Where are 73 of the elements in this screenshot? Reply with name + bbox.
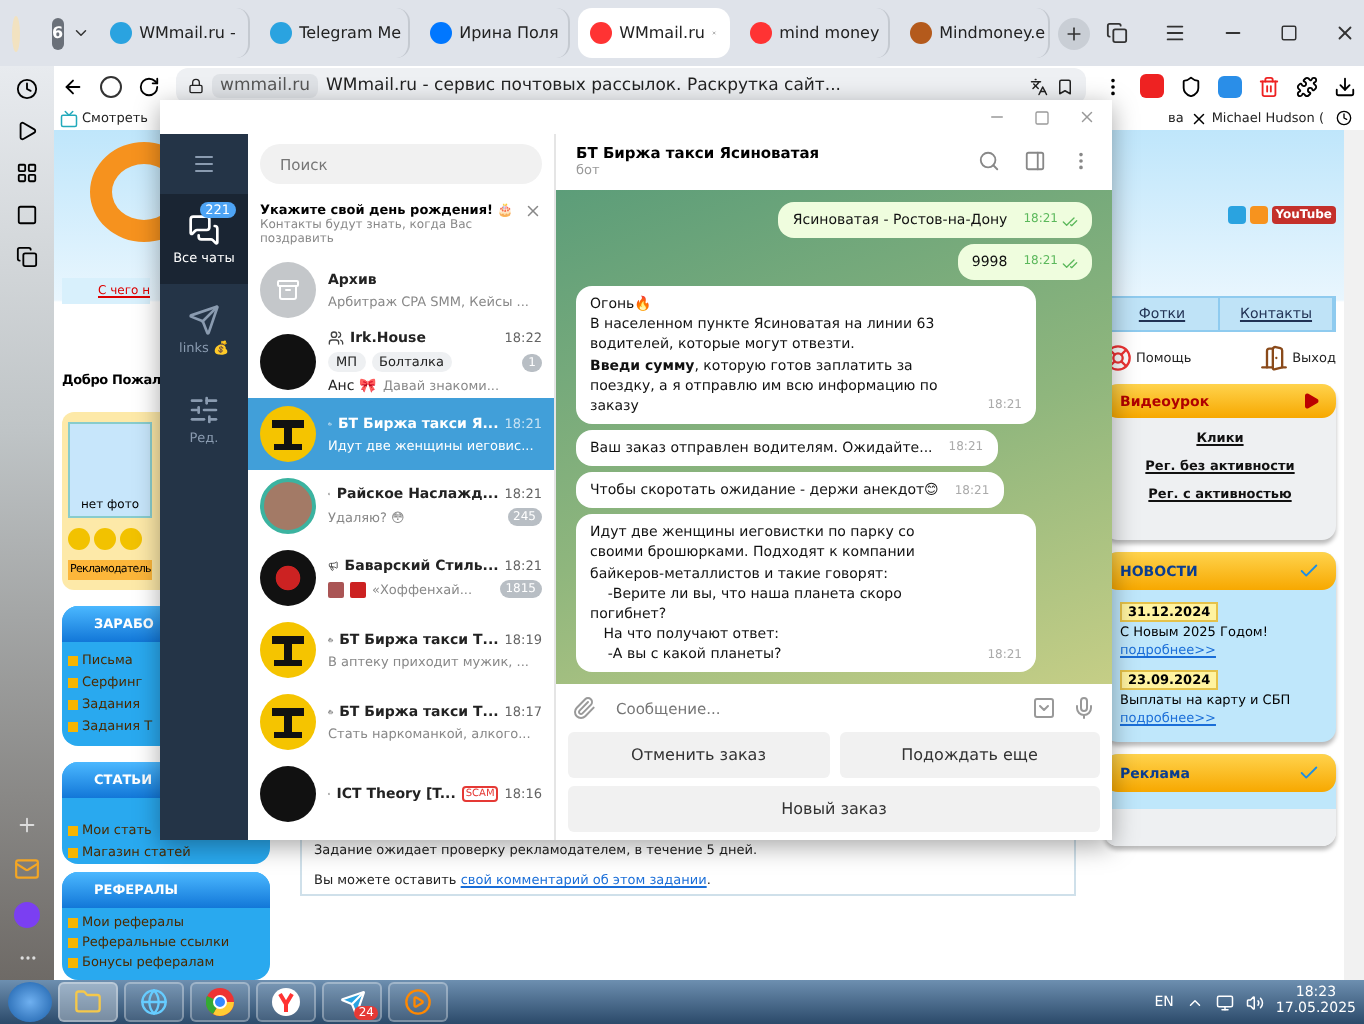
favicon-icon <box>109 22 132 44</box>
keyboard-button[interactable]: Новый заказ <box>568 786 1100 832</box>
shield-icon[interactable] <box>1180 75 1202 97</box>
door-icon <box>1260 344 1289 372</box>
microphone-icon[interactable] <box>1072 696 1096 721</box>
favicon-icon <box>589 22 612 44</box>
thumbnail-image <box>350 581 366 597</box>
menu-icon[interactable] <box>1163 22 1186 44</box>
taskbar-app[interactable] <box>256 982 316 1022</box>
browser-tab[interactable]: Ирина Поля <box>417 8 570 58</box>
bookmark-icon[interactable] <box>1056 77 1074 95</box>
browser-logo-icon <box>206 988 234 1016</box>
pages-icon[interactable] <box>16 246 38 268</box>
sliders-icon <box>188 393 220 425</box>
plus-icon[interactable] <box>16 814 38 836</box>
clock-icon[interactable] <box>16 78 38 100</box>
stop-sign-icon[interactable] <box>1140 74 1164 98</box>
yandex-logo-icon[interactable] <box>100 75 122 97</box>
keyboard-button[interactable]: Отменить заказ <box>568 732 829 778</box>
taskbar-app[interactable] <box>388 982 448 1022</box>
back-icon[interactable] <box>62 75 84 97</box>
check-icon <box>1298 762 1320 784</box>
read-checks-icon <box>1062 255 1078 272</box>
browser-tab[interactable]: WMmail.ru <box>577 8 730 58</box>
taskbar-app[interactable] <box>190 982 250 1022</box>
start-button[interactable] <box>8 982 52 1022</box>
chat-bubbles-icon <box>188 213 220 245</box>
puzzle-icon[interactable] <box>1296 75 1318 97</box>
translate-icon[interactable] <box>1030 77 1048 95</box>
browser-tab[interactable]: Telegram Me <box>257 8 410 58</box>
keyboard-button[interactable]: Подождать еще <box>839 732 1100 778</box>
favicon-icon <box>909 22 932 44</box>
check-icon <box>1298 560 1320 582</box>
clock-icon[interactable] <box>1336 110 1352 126</box>
play-icon[interactable] <box>16 120 38 142</box>
chevron-down-icon[interactable] <box>71 24 90 42</box>
medal-icon <box>68 528 90 550</box>
browser-logo-icon <box>272 988 300 1016</box>
x-logo-icon <box>1189 109 1208 127</box>
reload-icon[interactable] <box>138 75 160 97</box>
keyboard-toggle-icon[interactable] <box>1032 696 1056 721</box>
browser-tab[interactable]: mind money <box>737 8 890 58</box>
square-icon[interactable] <box>16 204 38 226</box>
play-icon <box>404 988 432 1016</box>
tv-icon <box>60 109 78 127</box>
taskbar-app[interactable] <box>124 982 184 1022</box>
side-panel-icon[interactable] <box>1024 150 1046 173</box>
extension-icon[interactable] <box>1218 75 1242 97</box>
tab-count[interactable]: 6 <box>52 17 64 49</box>
folder-icon <box>74 988 102 1016</box>
group-icon <box>328 330 344 346</box>
favicon-icon <box>749 22 772 44</box>
browser-tab[interactable]: WMmail.ru - <box>97 8 250 58</box>
favicon-icon <box>269 22 292 44</box>
collections-icon[interactable] <box>1105 22 1128 44</box>
search-icon[interactable] <box>978 150 1000 173</box>
maximize-icon[interactable] <box>1279 24 1298 42</box>
download-icon[interactable] <box>1334 75 1356 97</box>
menu-icon[interactable] <box>192 152 216 176</box>
favicon-icon <box>429 22 452 44</box>
read-checks-icon <box>1062 213 1078 230</box>
browser-tab[interactable]: Mindmoney.e <box>897 8 1050 58</box>
paperclip-icon[interactable] <box>572 696 596 721</box>
monitor-icon[interactable] <box>1215 993 1234 1011</box>
globe-icon <box>140 988 168 1016</box>
medal-icon <box>94 528 116 550</box>
volume-icon[interactable] <box>1245 993 1264 1011</box>
paper-plane-icon <box>188 303 220 335</box>
lock-icon <box>188 78 204 94</box>
new-tab-icon[interactable] <box>1063 23 1084 43</box>
medal-icon <box>120 528 142 550</box>
grid-icon[interactable] <box>16 162 38 184</box>
trash-icon[interactable] <box>1258 75 1280 97</box>
